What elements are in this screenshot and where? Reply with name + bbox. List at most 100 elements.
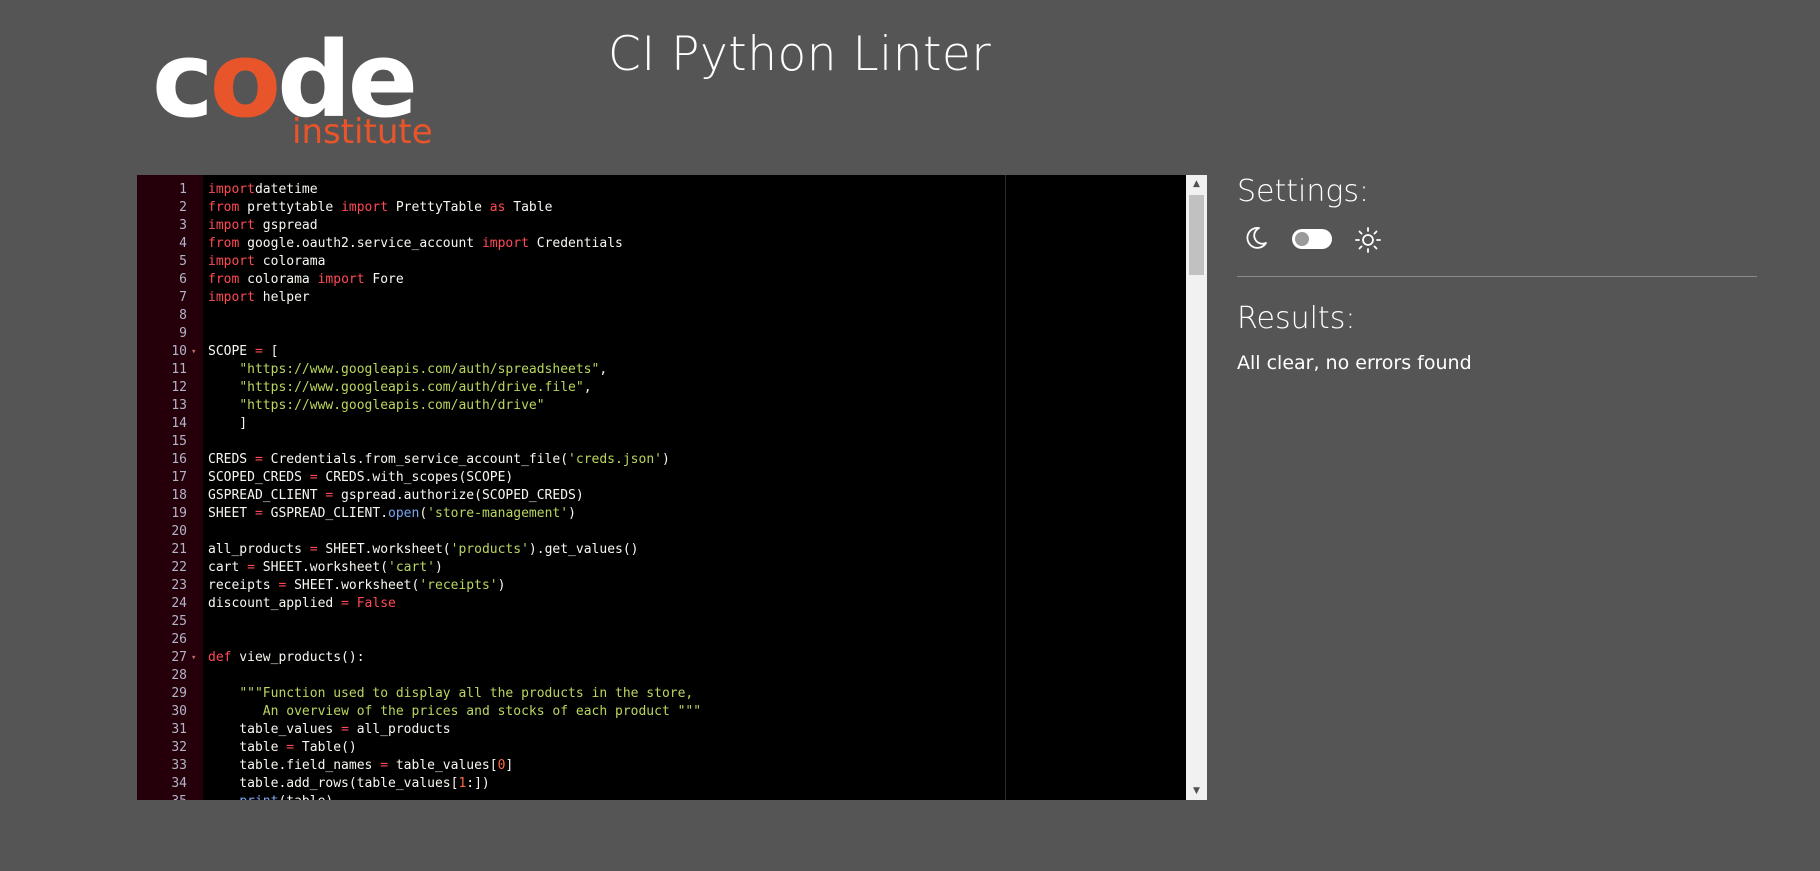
code-token: import (208, 254, 255, 269)
line-number: 19 (171, 506, 187, 521)
scroll-down-arrow-icon[interactable]: ▼ (1186, 782, 1207, 800)
code-token: ( (419, 506, 428, 521)
line-number: 25 (171, 614, 187, 629)
code-content[interactable]: importdatetime from prettytable import Pr… (208, 175, 1168, 800)
code-token: Credentials (528, 236, 623, 251)
code-token: from (208, 236, 240, 251)
code-line[interactable]: ] (208, 416, 247, 431)
code-line[interactable]: An overview of the prices and stocks of … (208, 704, 701, 719)
results-message: All clear, no errors found (1237, 352, 1472, 374)
code-line[interactable]: cart = SHEET.worksheet('cart') (208, 560, 443, 575)
line-number: 23 (171, 578, 187, 593)
code-line[interactable]: from colorama import Fore (208, 272, 404, 287)
code-line[interactable]: SCOPE = [ (208, 344, 278, 359)
code-token: = (254, 452, 263, 467)
code-line[interactable]: "https://www.googleapis.com/auth/spreads… (208, 362, 607, 377)
code-token: discount_applied (208, 596, 342, 611)
code-line[interactable]: table_values = all_products (208, 722, 450, 737)
vertical-scrollbar[interactable]: ▲ ▼ (1186, 175, 1207, 800)
code-token: receipts (208, 578, 279, 593)
code-token: table.add_rows(table_values[ (208, 776, 459, 791)
code-token: CREDS (208, 452, 255, 467)
code-token: import (317, 272, 365, 287)
code-line[interactable]: CREDS = Credentials.from_service_account… (208, 452, 670, 467)
code-institute-logo: code institute (150, 20, 450, 160)
code-token: PrettyTable (388, 200, 490, 215)
code-token: gspread.authorize(SCOPED_CREDS) (333, 488, 584, 503)
code-token: as (489, 200, 506, 215)
code-line[interactable]: from google.oauth2.service_account impor… (208, 236, 623, 251)
code-token: = (341, 722, 349, 737)
fold-arrow-icon[interactable]: ▾ (191, 653, 196, 663)
fold-arrow-icon[interactable]: ▾ (191, 347, 196, 357)
code-line[interactable]: importdatetime (208, 182, 318, 197)
code-token: cart (208, 560, 248, 575)
logo-letter: o (209, 19, 281, 141)
code-token: Table (505, 200, 553, 215)
code-line[interactable]: SHEET = GSPREAD_CLIENT.open('store-manag… (208, 506, 576, 521)
line-number: 28 (171, 668, 187, 683)
line-number: 13 (171, 398, 187, 413)
code-token: ] (505, 758, 514, 773)
print-margin-line (1005, 175, 1006, 800)
code-token: from (208, 272, 240, 287)
code-token: ) (435, 560, 443, 575)
code-token: "https://www.googleapis.com/auth/drive" (239, 398, 545, 413)
line-number: 20 (171, 524, 187, 539)
code-line[interactable]: from prettytable import PrettyTable as T… (208, 200, 552, 215)
code-token: import (208, 290, 255, 305)
code-token: import (208, 182, 255, 197)
line-number: 26 (171, 632, 187, 647)
line-number: 17 (171, 470, 187, 485)
code-line[interactable]: "https://www.googleapis.com/auth/drive.f… (208, 380, 591, 395)
code-token: ) (497, 578, 506, 593)
code-line[interactable]: """Function used to display all the prod… (208, 686, 693, 701)
code-line[interactable]: import helper (208, 290, 310, 305)
code-line[interactable]: "https://www.googleapis.com/auth/drive" (208, 398, 545, 413)
page-title: CI Python Linter (608, 27, 992, 82)
line-number: 22 (171, 560, 187, 575)
settings-heading: Settings: (1237, 174, 1370, 209)
line-number: 30 (171, 704, 187, 719)
code-token: , (599, 362, 608, 377)
code-editor[interactable]: 1 2 3 4 5 6 7 8 9 10 ▾ 11 12 13 14 15 16 17 18 19 20 21 22 23 24… (137, 175, 1207, 800)
code-line[interactable]: SCOPED_CREDS = CREDS.with_scopes(SCOPE) (208, 470, 513, 485)
code-token: [ (262, 344, 279, 359)
code-token: = (309, 542, 318, 557)
code-line[interactable]: table = Table() (208, 740, 356, 755)
code-token: = (380, 758, 389, 773)
code-token: view_products(): (231, 650, 365, 665)
line-number: 11 (171, 362, 187, 377)
line-number: 10 (171, 344, 187, 359)
code-line[interactable]: import colorama (208, 254, 325, 269)
code-line[interactable]: print(table) (208, 794, 333, 800)
line-number: 34 (171, 776, 187, 791)
code-line[interactable]: receipts = SHEET.worksheet('receipts') (208, 578, 505, 593)
moon-icon[interactable] (1243, 225, 1269, 251)
code-line[interactable]: table.field_names = table_values[0] (208, 758, 513, 773)
line-number: 32 (171, 740, 187, 755)
scroll-up-arrow-icon[interactable]: ▲ (1186, 175, 1207, 193)
line-number: 6 (179, 272, 187, 287)
line-number: 5 (179, 254, 187, 269)
code-line[interactable]: import gspread (208, 218, 318, 233)
code-line[interactable]: all_products = SHEET.worksheet('products… (208, 542, 639, 557)
results-heading: Results: (1237, 301, 1356, 336)
line-number: 8 (179, 308, 187, 323)
code-token: Credentials.from_service_account_file( (262, 452, 569, 467)
scrollbar-thumb[interactable] (1189, 195, 1204, 275)
code-token: = (254, 344, 263, 359)
theme-toggle-switch[interactable] (1292, 229, 1332, 249)
code-token: ] (208, 416, 248, 431)
code-line[interactable]: def view_products(): (208, 650, 365, 665)
code-line[interactable]: GSPREAD_CLIENT = gspread.authorize(SCOPE… (208, 488, 584, 503)
code-token: colorama (254, 254, 326, 269)
code-line[interactable]: discount_applied = False (208, 596, 396, 611)
code-line[interactable]: table.add_rows(table_values[1:]) (208, 776, 489, 791)
sun-icon[interactable] (1354, 226, 1382, 254)
code-token: prettytable (239, 200, 342, 215)
